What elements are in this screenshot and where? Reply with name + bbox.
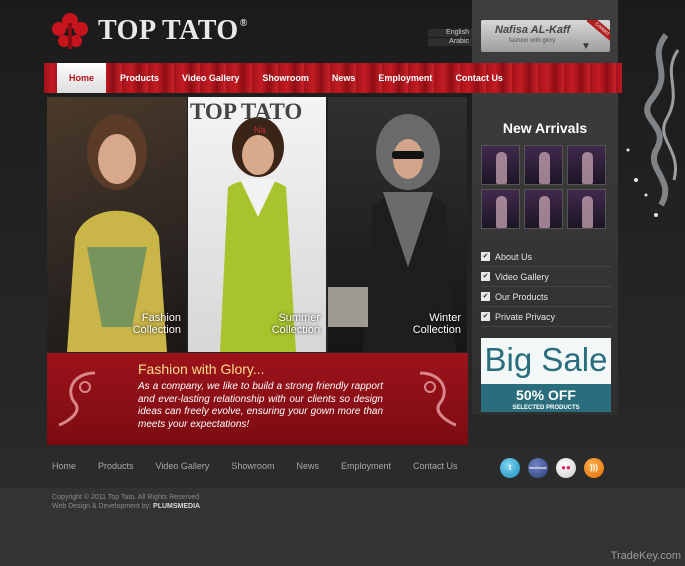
checkmark-icon: ✔ [481,292,490,301]
caption-bottom: Collection [412,324,461,336]
sidebar-link-about-us[interactable]: ✔ About Us [481,247,612,267]
banner-text: As a company, we like to build a strong … [138,381,383,430]
nav-item-news[interactable]: News [332,73,356,83]
nav-item-employment[interactable]: Employment [378,73,432,83]
copyright-block: Copyright © 2011 Top Tato. All Rights Re… [52,493,201,511]
credit-prefix: Web Design & Development by: [52,503,152,510]
footer-link-employment[interactable]: Employment [341,461,391,471]
rss-icon[interactable]: ))) [584,458,604,478]
footer-link-showroom[interactable]: Showroom [231,461,274,471]
footer-link-news[interactable]: News [296,461,319,471]
big-sale-banner[interactable]: Big Sale 50% OFF SELECTED PRODUCTS [481,338,611,412]
caption-bottom: Collection [271,324,320,336]
social-links: t facebook ●● ))) [500,458,612,478]
fashion-collection-photo[interactable]: Fashion Collection [47,97,187,352]
arrival-thumb[interactable] [567,189,606,229]
sale-subtext: SELECTED PRODUCTS [512,405,580,411]
credit-line: Web Design & Development by: PLUMSMEDIA [52,502,201,511]
footer-link-products[interactable]: Products [98,461,134,471]
checkmark-icon: ✔ [481,252,490,261]
nav-item-products[interactable]: Products [120,73,159,83]
footer-link-home[interactable]: Home [52,461,76,471]
lang-english[interactable]: English [428,29,472,37]
ornament-right-icon [419,371,457,427]
link-label: Video Gallery [495,271,549,282]
contact-ribbon[interactable]: Contact [586,20,610,43]
registered-mark: ® [239,17,248,29]
link-label: About Us [495,251,533,262]
main-nav: Home Products Video Gallery Showroom New… [44,63,622,93]
photo-brand-sub: Na [254,125,266,135]
arrival-thumb[interactable] [481,145,520,185]
photo-caption-fashion: Fashion Collection [133,312,181,336]
footer-bottom: Copyright © 2011 Top Tato. All Rights Re… [0,488,685,566]
footer-link-video-gallery[interactable]: Video Gallery [156,461,210,471]
link-label: Private Privacy [495,311,556,322]
flickr-icon[interactable]: ●● [556,458,576,478]
sidebar-link-our-products[interactable]: ✔ Our Products [481,287,612,307]
photo-caption-winter: Winter Collection [413,312,461,336]
chevron-down-icon[interactable]: ▼ [580,42,592,52]
tradekey-watermark: TradeKey.com [610,550,681,562]
winter-collection-photo[interactable]: Winter Collection [328,97,467,352]
link-label: Our Products [495,291,549,302]
account-name: Nafisa AL-Kaff [495,24,571,36]
site-logo[interactable]: TOP TATO ® [48,8,263,54]
nav-item-home[interactable]: Home [57,63,107,93]
facebook-icon[interactable]: facebook [528,458,548,478]
caption-bottom: Collection [132,324,181,336]
language-switcher: English Arabic [428,29,472,47]
summer-collection-photo[interactable]: TOP TATO Na Summer Collection [188,97,326,352]
banner-title: Fashion with Glory... [138,361,265,377]
new-arrivals-title: New Arrivals [502,120,588,136]
brand-name: TOP TATO [98,15,239,46]
footer-links: Home Products Video Gallery Showroom New… [52,461,480,471]
checkmark-icon: ✔ [481,272,490,281]
caption-top: Winter [429,312,461,324]
copyright-text: Copyright © 2011 Top Tato. All Rights Re… [52,494,202,501]
sidebar-link-video-gallery[interactable]: ✔ Video Gallery [481,267,612,287]
water-splash-decoration [626,33,680,217]
footer-link-contact-us[interactable]: Contact Us [413,461,458,471]
sidebar-links: ✔ About Us ✔ Video Gallery ✔ Our Product… [481,247,612,327]
new-arrivals-grid [481,145,610,229]
caption-top: Summer [278,312,320,324]
account-tagline: fashion with glory [509,38,556,44]
sidebar-link-private-privacy[interactable]: ✔ Private Privacy [481,307,612,327]
flower-logo-icon [52,13,88,49]
nav-item-showroom[interactable]: Showroom [262,73,309,83]
lang-arabic[interactable]: Arabic [428,38,472,46]
checkmark-icon: ✔ [481,312,490,321]
nav-item-video-gallery[interactable]: Video Gallery [182,73,239,83]
nav-item-contact-us[interactable]: Contact Us [455,73,503,83]
arrival-thumb[interactable] [524,145,563,185]
sale-offer: 50% OFF [516,387,576,403]
caption-top: Fashion [141,312,181,324]
footer-nav: Home Products Video Gallery Showroom New… [0,448,685,488]
arrival-thumb[interactable] [481,189,520,229]
fashion-glory-banner: Fashion with Glory... As a company, we l… [47,353,468,445]
photo-caption-summer: Summer Collection [272,312,320,336]
ornament-left-icon [58,371,96,427]
sale-headline: Big Sale [481,338,611,384]
arrival-thumb[interactable] [567,145,606,185]
twitter-icon[interactable]: t [500,458,520,478]
credit-link[interactable]: PLUMSMEDIA [153,503,200,510]
arrival-thumb[interactable] [524,189,563,229]
photo-brand: TOP TATO [190,99,303,124]
